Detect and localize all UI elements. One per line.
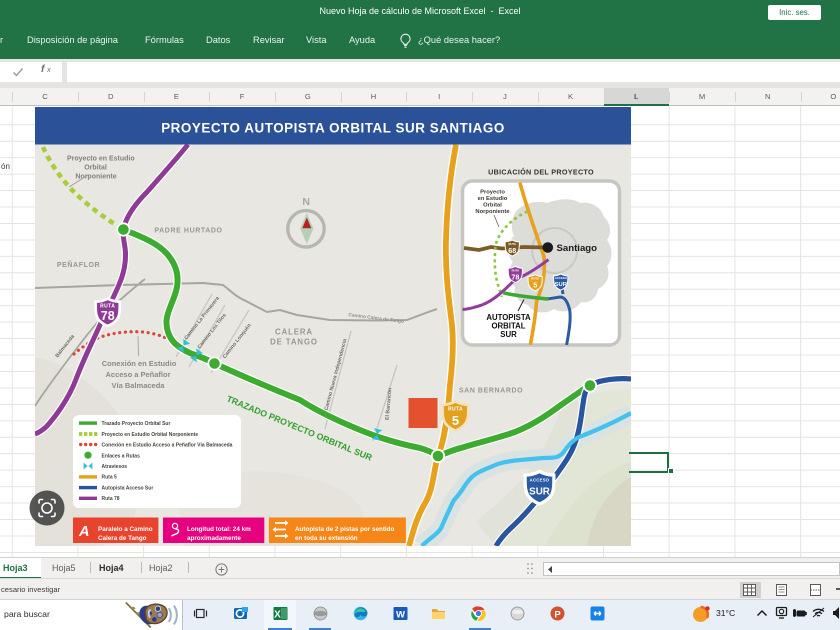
svg-text:PADRE HURTADO: PADRE HURTADO [154, 228, 222, 235]
svg-text:Longitud total: 24 km: Longitud total: 24 km [187, 526, 251, 533]
svg-text:CALERA: CALERA [275, 328, 313, 337]
svg-text:Acceso a Peñaflor: Acceso a Peñaflor [105, 370, 170, 379]
svg-text:Proyecto en Estudio Orbital No: Proyecto en Estudio Orbital Norponiente [102, 432, 199, 438]
svg-text:Paralelo a Camino: Paralelo a Camino [98, 526, 153, 533]
svg-text:X: X [274, 609, 281, 620]
svg-text:Autopista de 2 pistas por sent: Autopista de 2 pistas por sentido [295, 526, 395, 533]
svg-text:Ruta 5: Ruta 5 [102, 475, 118, 481]
svg-text:Ruta 78: Ruta 78 [102, 496, 120, 502]
svg-text:78: 78 [101, 309, 115, 323]
svg-text:aproximadamente: aproximadamente [187, 535, 241, 542]
svg-text:Vía Balmaceda: Vía Balmaceda [112, 381, 166, 390]
svg-text:Orbital: Orbital [483, 203, 502, 209]
svg-text:SUR: SUR [529, 487, 550, 498]
svg-text:PEÑAFLOR: PEÑAFLOR [57, 260, 100, 269]
svg-text:Norponiente: Norponiente [475, 209, 510, 215]
svg-text:Autopista Acceso Sur: Autopista Acceso Sur [102, 485, 154, 491]
svg-text:Calera de Tango: Calera de Tango [98, 535, 147, 542]
svg-text:5: 5 [452, 413, 459, 428]
svg-text:Proyecto en Estudio: Proyecto en Estudio [67, 156, 135, 163]
svg-text:Proyecto: Proyecto [480, 190, 505, 196]
svg-text:Conexión en Estudio Acceso a P: Conexión en Estudio Acceso a Peñaflor Ví… [102, 443, 233, 449]
svg-text:SUR: SUR [500, 330, 517, 339]
svg-text:Atraviesos: Atraviesos [102, 464, 128, 470]
svg-text:ACCESO: ACCESO [555, 276, 568, 280]
svg-text:PROYECTO AUTOPISTA ORBITAL SUR: PROYECTO AUTOPISTA ORBITAL SUR SANTIAGO [161, 121, 505, 136]
svg-text:SAN BERNARDO: SAN BERNARDO [459, 388, 523, 395]
svg-text:Orbital: Orbital [84, 165, 107, 172]
svg-text:N: N [302, 196, 310, 208]
svg-text:68: 68 [508, 246, 516, 255]
svg-text:SUR: SUR [555, 282, 568, 288]
svg-text:W: W [396, 609, 405, 620]
svg-text:P: P [554, 609, 561, 620]
svg-text:en toda su extensión: en toda su extensión [295, 535, 358, 542]
svg-text:Conexión en Estudio: Conexión en Estudio [102, 359, 177, 368]
svg-text:en Estudio: en Estudio [478, 196, 508, 202]
svg-text:RUTA: RUTA [448, 407, 463, 413]
svg-text:Trazado Proyecto Orbital Sur: Trazado Proyecto Orbital Sur [102, 421, 171, 427]
svg-text:ACCESO: ACCESO [530, 478, 550, 483]
svg-text:Santiago: Santiago [557, 243, 598, 254]
svg-text:5: 5 [533, 281, 537, 290]
svg-text:UBICACIÓN DEL PROYECTO: UBICACIÓN DEL PROYECTO [488, 168, 594, 177]
svg-text:DE TANGO: DE TANGO [270, 338, 318, 347]
svg-text:A: A [78, 524, 89, 540]
svg-text:Enlaces a Rutas: Enlaces a Rutas [102, 453, 141, 459]
svg-text:78: 78 [511, 272, 519, 281]
